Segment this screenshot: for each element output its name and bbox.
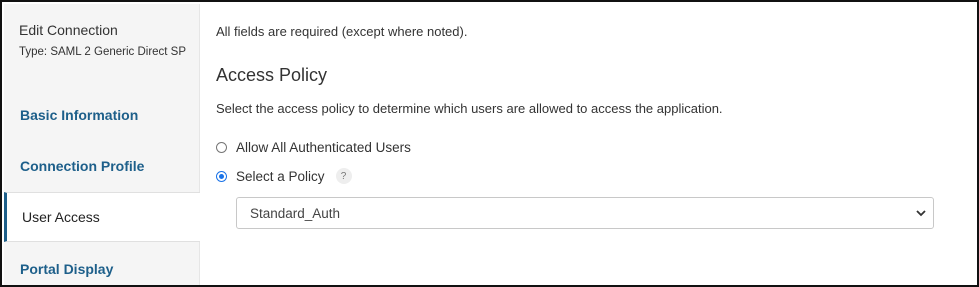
section-description: Select the access policy to determine wh… xyxy=(216,101,723,116)
section-title: Access Policy xyxy=(216,65,328,85)
sidebar-item-user-access[interactable]: User Access xyxy=(4,192,200,242)
main-content: All fields are required (except where no… xyxy=(216,4,967,285)
sidebar-item-connection-profile[interactable]: Connection Profile xyxy=(4,141,200,191)
chevron-down-icon xyxy=(916,210,926,217)
edit-connection-window: Edit Connection Type: SAML 2 Generic Dir… xyxy=(0,0,979,287)
sidebar-header: Edit Connection Type: SAML 2 Generic Dir… xyxy=(19,22,186,58)
option-select-a-policy[interactable]: Select a Policy ? xyxy=(216,168,352,184)
sidebar-title: Edit Connection xyxy=(19,22,118,38)
radio-select-policy[interactable] xyxy=(216,170,227,182)
radio-select-policy-label[interactable]: Select a Policy xyxy=(236,169,325,184)
policy-select-value: Standard_Auth xyxy=(250,205,341,221)
option-allow-all-authenticated-users[interactable]: Allow All Authenticated Users xyxy=(216,140,411,155)
radio-allow-all-label[interactable]: Allow All Authenticated Users xyxy=(236,140,411,155)
radio-allow-all[interactable] xyxy=(216,142,227,153)
help-icon[interactable]: ? xyxy=(335,168,352,184)
required-fields-note: All fields are required (except where no… xyxy=(216,24,468,39)
sidebar-item-basic-information[interactable]: Basic Information xyxy=(4,90,200,140)
sidebar-item-portal-display[interactable]: Portal Display xyxy=(4,244,200,285)
sidebar: Edit Connection Type: SAML 2 Generic Dir… xyxy=(4,4,200,285)
connection-type: Type: SAML 2 Generic Direct SP xyxy=(19,46,187,58)
policy-select[interactable]: Standard_Auth xyxy=(236,197,934,229)
